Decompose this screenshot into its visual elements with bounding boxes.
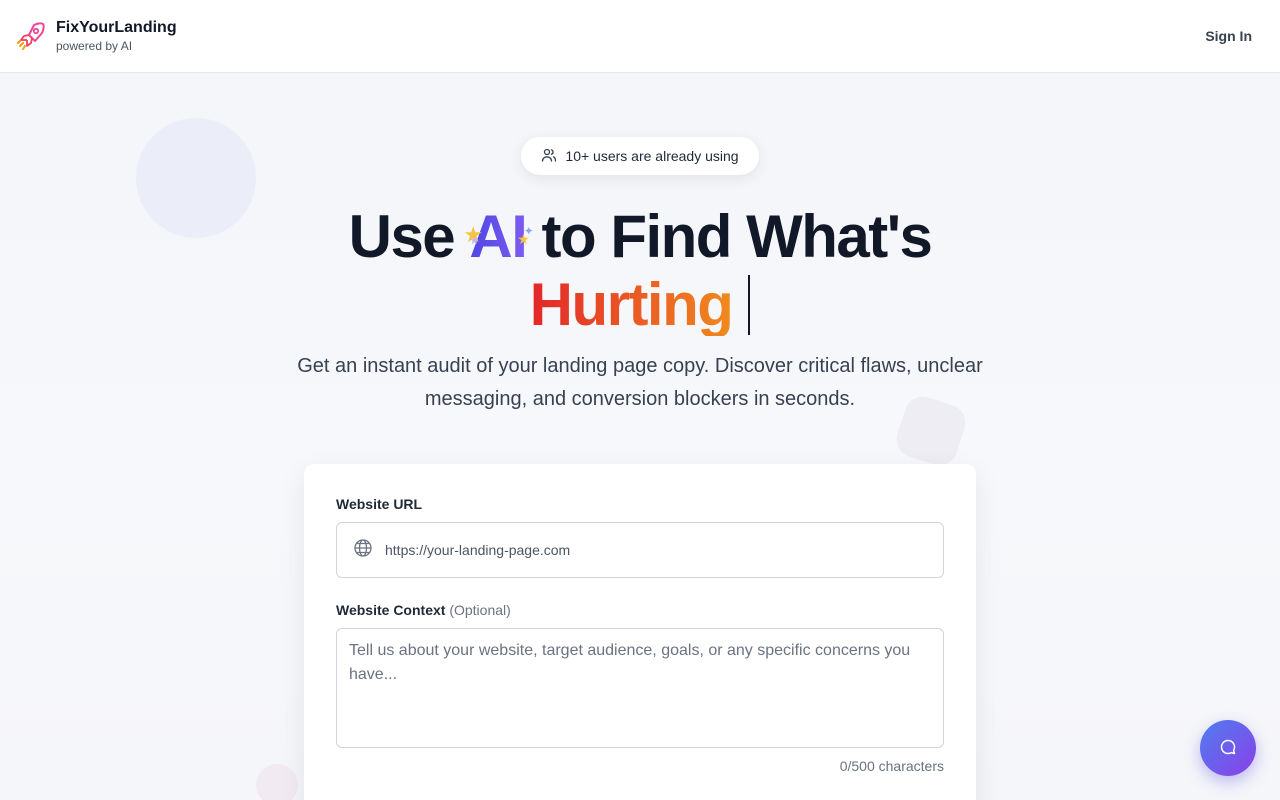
headline-ai: ★ ✦ ★ ★ AI xyxy=(463,200,533,274)
rocket-icon xyxy=(14,19,48,53)
url-field[interactable] xyxy=(336,522,944,578)
hero-subtitle: Get an instant audit of your landing pag… xyxy=(297,355,983,410)
headline-part1: Use xyxy=(348,203,470,270)
users-icon xyxy=(541,147,557,166)
character-counter: 0/500 characters xyxy=(839,758,944,774)
top-nav: FixYourLanding powered by AI Sign In xyxy=(0,0,1280,73)
context-label: Website Context (Optional) xyxy=(336,602,944,618)
chat-bubble-icon xyxy=(1219,738,1237,759)
users-badge-text: 10+ users are already using xyxy=(565,148,739,164)
sparkle-icon: ★ xyxy=(469,235,479,247)
chat-button[interactable] xyxy=(1200,720,1256,776)
users-badge: 10+ users are already using xyxy=(521,137,759,175)
hero-headline: Use ★ ✦ ★ ★ AI to Find What's Hurting xyxy=(0,200,1280,336)
audit-form-card: Website URL Website Context (Optional) 0… xyxy=(304,464,976,800)
brand-name: FixYourLanding xyxy=(56,19,177,36)
typing-cursor xyxy=(748,275,751,335)
star-icon: ★ xyxy=(517,231,530,247)
context-optional: (Optional) xyxy=(449,602,511,618)
brand-tagline: powered by AI xyxy=(56,39,133,53)
headline-part2: to Find What's xyxy=(526,203,933,270)
context-label-text: Website Context xyxy=(336,602,446,618)
url-label: Website URL xyxy=(336,496,423,512)
brand[interactable]: FixYourLanding powered by AI xyxy=(14,18,177,54)
url-input[interactable] xyxy=(385,542,905,558)
decorative-small-circle xyxy=(256,764,298,800)
context-textarea[interactable] xyxy=(336,628,944,748)
globe-icon xyxy=(353,538,373,563)
sign-in-button[interactable]: Sign In xyxy=(1205,28,1252,44)
headline-highlight: Hurting xyxy=(529,271,734,338)
